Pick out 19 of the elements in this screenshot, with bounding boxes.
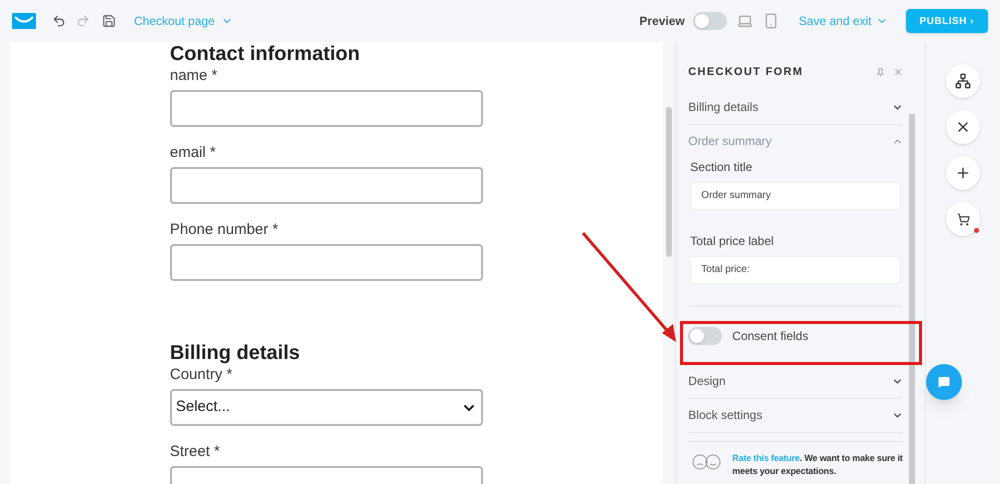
section-heading: Billing details: [170, 341, 301, 365]
accordion-header[interactable]: Billing details: [688, 90, 903, 124]
field-label: email *: [170, 143, 217, 163]
rate-feature-text: Rate this feature. We want to make sure it meets your expectations.: [732, 452, 903, 478]
field-label: Street *: [170, 442, 221, 462]
preview-label: Preview: [639, 13, 685, 30]
accordion-header[interactable]: Block settings: [688, 398, 903, 432]
field-label: name *: [170, 66, 218, 86]
toggle-label: Consent fields: [732, 328, 808, 344]
select-field[interactable]: Select...: [170, 389, 484, 426]
field-label: Section title: [690, 158, 754, 176]
section-heading: Contact information: [170, 42, 361, 66]
field-label: Total price label: [690, 232, 775, 250]
text-field[interactable]: Total price:: [690, 256, 901, 284]
accordion-header[interactable]: Design: [688, 364, 903, 398]
field-label: Country *: [170, 365, 234, 385]
field-label: Phone number *: [170, 220, 280, 240]
panel-title: CHECKOUT FORM: [688, 65, 804, 80]
text-field[interactable]: Order summary: [690, 182, 901, 210]
